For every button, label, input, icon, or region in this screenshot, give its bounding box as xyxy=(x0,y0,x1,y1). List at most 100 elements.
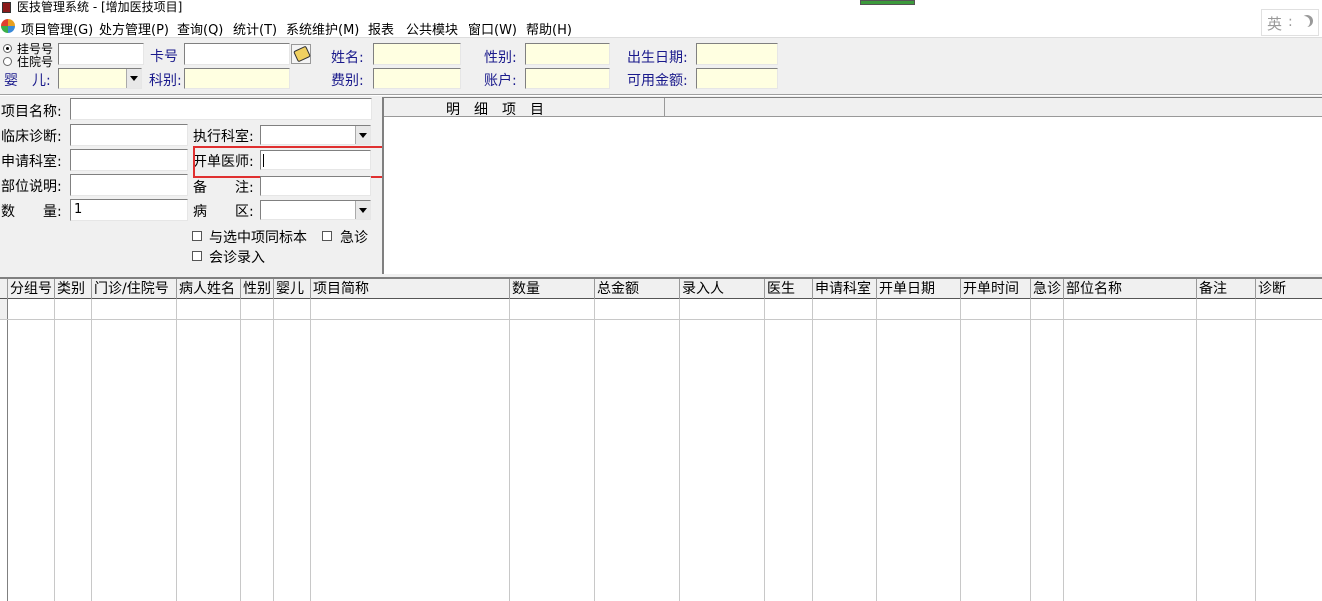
col-doctor[interactable]: 医生 xyxy=(765,279,813,299)
col-order-time[interactable]: 开单时间 xyxy=(961,279,1031,299)
urgent-checkbox[interactable] xyxy=(322,231,332,241)
grid-col-line xyxy=(812,299,813,601)
ime-punct-icon: : xyxy=(1288,14,1293,30)
col-entered-by[interactable]: 录入人 xyxy=(680,279,765,299)
col-patient-name[interactable]: 病人姓名 xyxy=(177,279,241,299)
detail-panel-header-rest xyxy=(665,98,1322,117)
col-patient-no[interactable]: 门诊/住院号 xyxy=(92,279,177,299)
clinical-diagnosis-input[interactable] xyxy=(70,124,188,146)
department-label: 科别: xyxy=(149,73,182,89)
menu-help[interactable]: 帮助(H) xyxy=(526,19,572,38)
exec-dept-dropdown-icon[interactable] xyxy=(355,126,370,144)
gender-field xyxy=(525,43,610,65)
window-title: 医技管理系统 - [增加医技项目] xyxy=(17,0,183,14)
grid-col-line xyxy=(1196,299,1197,601)
same-specimen-checkbox[interactable] xyxy=(192,231,202,241)
col-urgent[interactable]: 急诊 xyxy=(1031,279,1064,299)
menu-system[interactable]: 系统维护(M) xyxy=(286,19,359,38)
col-remark[interactable]: 备注 xyxy=(1197,279,1256,299)
grid-col-line xyxy=(1063,299,1064,601)
quantity-label: 数 量: xyxy=(1,204,62,220)
ime-indicator[interactable]: 英 : xyxy=(1261,9,1319,36)
account-label: 账户: xyxy=(484,73,517,89)
menu-public[interactable]: 公共模块 xyxy=(406,19,458,38)
col-gender[interactable]: 性别 xyxy=(241,279,274,299)
grid-col-line xyxy=(7,299,8,601)
consult-checkbox[interactable] xyxy=(192,251,202,261)
menu-project[interactable]: 项目管理(G) xyxy=(21,19,93,38)
grid-col-line xyxy=(310,299,311,601)
grid-col-line xyxy=(1255,299,1256,601)
grid-header-indicator xyxy=(0,279,8,299)
grid-col-line xyxy=(509,299,510,601)
clinical-diagnosis-label: 临床诊断: xyxy=(1,129,62,145)
grid-col-line xyxy=(54,299,55,601)
grid-header: 分组号 类别 门诊/住院号 病人姓名 性别 婴儿 项目简称 数量 总金额 录入人… xyxy=(0,279,1322,299)
exec-dept-select[interactable] xyxy=(260,125,371,145)
col-group-no[interactable]: 分组号 xyxy=(8,279,55,299)
body-part-label: 部位说明: xyxy=(1,179,62,195)
available-amount-label: 可用金额: xyxy=(627,73,688,89)
exec-dept-label: 执行科室: xyxy=(193,129,254,145)
menu-prescription[interactable]: 处方管理(P) xyxy=(99,19,169,38)
infant-select[interactable] xyxy=(58,68,142,89)
row-indicator xyxy=(0,299,7,319)
card-label: 卡号 xyxy=(150,49,178,65)
col-apply-dept[interactable]: 申请科室 xyxy=(813,279,877,299)
detail-panel-title: 明 细 项 目 xyxy=(446,102,544,118)
apply-dept-label: 申请科室: xyxy=(1,154,62,170)
grid-col-line xyxy=(594,299,595,601)
registration-number-input[interactable] xyxy=(58,43,144,65)
apply-dept-input[interactable] xyxy=(70,149,188,171)
radio-inpatient[interactable] xyxy=(3,57,12,66)
col-total-amount[interactable]: 总金额 xyxy=(595,279,680,299)
grid-col-line xyxy=(679,299,680,601)
infant-label: 婴 儿: xyxy=(4,73,51,89)
radio-registration[interactable] xyxy=(3,44,12,53)
col-quantity[interactable]: 数量 xyxy=(510,279,595,299)
card-reader-icon xyxy=(293,45,311,63)
item-name-label: 项目名称: xyxy=(1,104,62,120)
remark-input[interactable] xyxy=(260,176,371,196)
menu-query[interactable]: 查询(Q) xyxy=(177,19,223,38)
table-row[interactable] xyxy=(0,299,1322,320)
fee-type-label: 费别: xyxy=(331,73,364,89)
grid-col-line xyxy=(764,299,765,601)
col-item-short-name[interactable]: 项目简称 xyxy=(311,279,510,299)
app-menu-icon[interactable] xyxy=(1,19,15,33)
col-diagnosis[interactable]: 诊断 xyxy=(1256,279,1322,299)
col-category[interactable]: 类别 xyxy=(55,279,92,299)
urgent-label: 急诊 xyxy=(340,230,368,246)
menu-statistics[interactable]: 统计(T) xyxy=(233,19,277,38)
item-name-input[interactable] xyxy=(70,98,372,120)
ward-select[interactable] xyxy=(260,200,371,220)
items-grid[interactable]: 分组号 类别 门诊/住院号 病人姓名 性别 婴儿 项目简称 数量 总金额 录入人… xyxy=(0,277,1322,601)
col-infant[interactable]: 婴儿 xyxy=(274,279,311,299)
birthdate-label: 出生日期: xyxy=(627,50,688,66)
grid-col-line xyxy=(273,299,274,601)
fee-type-field xyxy=(373,68,461,89)
remark-label: 备 注: xyxy=(193,180,254,196)
card-reader-button[interactable] xyxy=(291,44,311,64)
body-part-input[interactable] xyxy=(70,174,188,196)
menu-window[interactable]: 窗口(W) xyxy=(468,19,517,38)
gender-label: 性别: xyxy=(484,50,517,66)
card-number-input[interactable] xyxy=(184,43,290,65)
title-bar: 医技管理系统 - [增加医技项目] xyxy=(0,0,1322,16)
progress-indicator xyxy=(860,0,915,5)
quantity-input[interactable]: 1 xyxy=(70,199,188,221)
ward-label: 病 区: xyxy=(193,204,254,220)
radio-inpatient-label: 住院号 xyxy=(17,55,54,69)
account-field xyxy=(525,68,610,89)
menu-reports[interactable]: 报表 xyxy=(368,19,394,38)
grid-col-line xyxy=(876,299,877,601)
grid-col-line xyxy=(176,299,177,601)
same-specimen-label: 与选中项同标本 xyxy=(209,230,307,246)
col-body-part[interactable]: 部位名称 xyxy=(1064,279,1197,299)
col-order-date[interactable]: 开单日期 xyxy=(877,279,961,299)
detail-panel[interactable]: 明 细 项 目 xyxy=(382,97,1322,274)
grid-col-line xyxy=(240,299,241,601)
ward-dropdown-icon[interactable] xyxy=(355,201,370,219)
department-field xyxy=(184,68,290,89)
infant-dropdown-icon[interactable] xyxy=(126,69,141,88)
